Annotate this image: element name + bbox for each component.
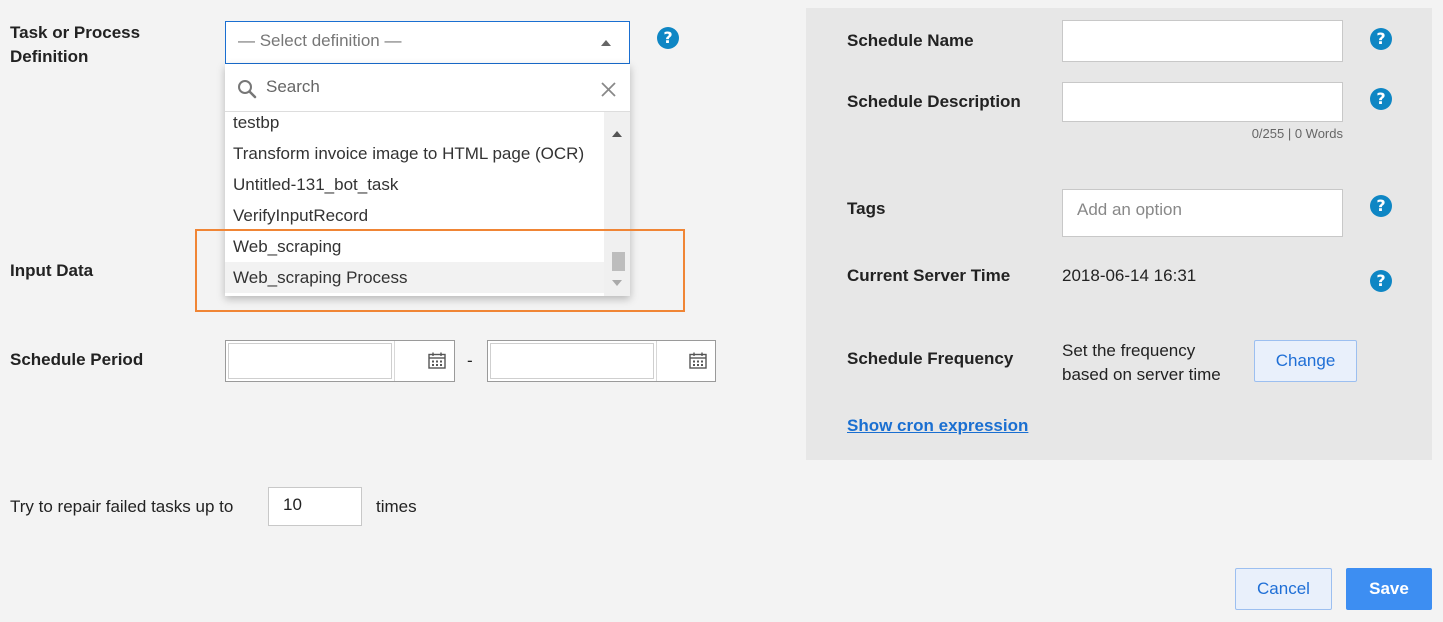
schedule-period-label: Schedule Period [10, 350, 144, 369]
repair-prefix-label: Try to repair failed tasks up to [10, 497, 234, 516]
server-time-label: Current Server Time [847, 266, 1011, 285]
schedule-name-input[interactable] [1062, 20, 1343, 62]
dropdown-search-input[interactable]: Search [225, 64, 630, 112]
list-item[interactable]: testbp [225, 112, 605, 138]
schedule-frequency-label: Schedule Frequency [847, 349, 1014, 368]
tags-input[interactable]: Add an option [1062, 189, 1343, 237]
period-separator: - [467, 351, 473, 370]
list-item[interactable]: Untitled-131_bot_task [225, 169, 605, 200]
calendar-icon[interactable] [428, 352, 446, 369]
repair-count-input[interactable]: 10 [268, 487, 362, 526]
save-button[interactable]: Save [1346, 568, 1432, 610]
help-icon[interactable]: ? [1370, 28, 1392, 50]
divider [656, 341, 657, 381]
cancel-button[interactable]: Cancel [1235, 568, 1332, 610]
close-icon[interactable] [601, 82, 616, 97]
tags-placeholder: Add an option [1077, 200, 1182, 219]
highlight-annotation [195, 229, 685, 312]
list-item[interactable]: VerifyInputRecord [225, 200, 605, 231]
schedule-description-input[interactable] [1062, 82, 1343, 122]
help-icon[interactable]: ? [657, 27, 679, 49]
schedule-name-label: Schedule Name [847, 31, 974, 50]
repair-suffix-label: times [376, 497, 417, 516]
caret-up-icon [601, 40, 611, 46]
schedule-description-label: Schedule Description [847, 92, 1021, 111]
definition-select[interactable]: — Select definition — [225, 21, 630, 64]
frequency-hint: Set the frequency based on server time [1062, 339, 1221, 387]
definition-select-placeholder: — Select definition — [238, 31, 402, 50]
search-icon [238, 80, 257, 99]
show-cron-link[interactable]: Show cron expression [847, 416, 1028, 436]
help-icon[interactable]: ? [1370, 195, 1392, 217]
help-icon[interactable]: ? [1370, 88, 1392, 110]
end-date-field[interactable] [487, 340, 716, 382]
divider [394, 341, 395, 381]
tags-label: Tags [847, 199, 886, 218]
repair-count-value: 10 [283, 495, 302, 514]
frequency-hint-line2: based on server time [1062, 365, 1221, 384]
char-counter: 0/255 | 0 Words [1251, 126, 1343, 141]
server-time-value: 2018-06-14 16:31 [1062, 266, 1197, 285]
frequency-hint-line1: Set the frequency [1062, 341, 1196, 360]
start-date-field[interactable] [225, 340, 455, 382]
input-data-label: Input Data [10, 261, 94, 280]
start-date-input[interactable] [228, 343, 392, 379]
definition-label: Task or Process Definition [10, 23, 141, 66]
help-icon[interactable]: ? [1370, 270, 1392, 292]
end-date-input[interactable] [490, 343, 654, 379]
change-frequency-button[interactable]: Change [1254, 340, 1357, 382]
search-placeholder: Search [266, 77, 320, 96]
list-item[interactable]: Transform invoice image to HTML page (OC… [225, 138, 605, 169]
scroll-up-icon[interactable] [612, 131, 622, 137]
calendar-icon[interactable] [689, 352, 707, 369]
